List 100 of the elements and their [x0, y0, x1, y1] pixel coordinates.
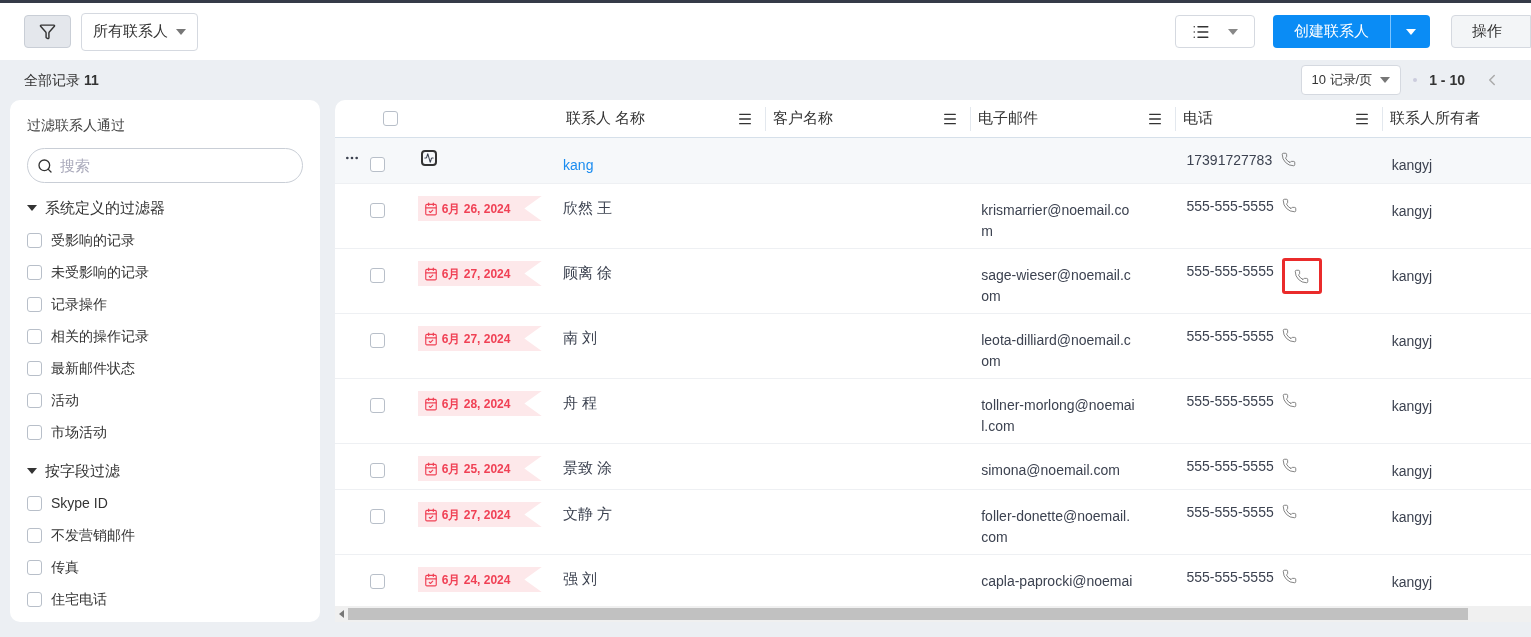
- calendar-check-icon: [423, 396, 438, 411]
- filter-checkbox[interactable]: [27, 527, 42, 543]
- filter-checkbox[interactable]: [27, 329, 42, 344]
- phone-icon[interactable]: [1281, 568, 1298, 584]
- table-cell-text: 555-555-5555: [1186, 503, 1274, 522]
- caret-icon: [176, 28, 186, 35]
- calendar-check-icon: [423, 507, 438, 522]
- phone-icon[interactable]: [1281, 457, 1298, 473]
- date-tag: 6月 27, 2024: [417, 261, 542, 286]
- table-row[interactable]: 6月 28, 2024 舟 程 tollner-morlong@noemail.com 555-555-5555 kangyj: [335, 379, 1531, 444]
- date-tag: 6月 24, 2024: [417, 567, 542, 592]
- table-cell: kangyj: [1391, 398, 1433, 414]
- table-cell: 景致 涂: [563, 459, 613, 476]
- page-range: 1 - 10: [1429, 70, 1465, 90]
- filter-checkbox[interactable]: [27, 559, 42, 575]
- table-row[interactable]: 6月 27, 2024 顾离 徐 sage-wieser@noemail.com 555-555-5555 kangyj: [335, 249, 1531, 314]
- filter-label: 未受影响的记录: [51, 263, 149, 282]
- filter-label: 不发营销邮件: [51, 525, 135, 545]
- row-checkbox[interactable]: [369, 268, 385, 283]
- caret-icon: [27, 467, 37, 474]
- table-cell: krismarrier@noemail.com: [981, 202, 1130, 239]
- search-field[interactable]: 搜索: [27, 148, 303, 183]
- calendar-check-icon: [423, 331, 438, 346]
- table-cell: kangyj: [1391, 203, 1433, 219]
- phone-icon[interactable]: [1281, 327, 1298, 343]
- filter-label: Skype ID: [51, 493, 108, 513]
- caret-icon: [1405, 28, 1416, 35]
- date-tag: 6月 28, 2024: [417, 391, 542, 416]
- table-row[interactable]: 6月 25, 2024 景致 涂 simona@noemail.com 555-555-5555 kangyj: [335, 444, 1531, 490]
- row-checkbox[interactable]: [369, 157, 385, 172]
- caret-icon: [1380, 77, 1391, 83]
- date-tag: 6月 27, 2024: [417, 326, 542, 351]
- column-header[interactable]: 客户名称: [773, 107, 834, 130]
- filter-label: 传真: [51, 557, 79, 577]
- table-cell: 欣然 王: [563, 199, 613, 216]
- row-checkbox[interactable]: [369, 509, 385, 524]
- table-cell: sage-wieser@noemail.com: [981, 267, 1131, 304]
- table-cell: kangyj: [1391, 509, 1433, 525]
- table-cell: kangyj: [1391, 333, 1433, 349]
- row-checkbox[interactable]: [369, 398, 385, 413]
- phone-icon[interactable]: [1280, 151, 1297, 167]
- column-header[interactable]: 联系人 名称: [566, 107, 646, 130]
- filter-checkbox[interactable]: [27, 393, 42, 408]
- horizontal-scrollbar[interactable]: [335, 606, 1531, 622]
- calendar-check-icon: [423, 461, 438, 476]
- list-view-button[interactable]: [1175, 15, 1255, 48]
- table-cell: kangyj: [1391, 574, 1433, 590]
- phone-icon[interactable]: [1281, 258, 1322, 294]
- caret-icon: [1228, 28, 1238, 35]
- filter-label: 住宅电话: [51, 589, 107, 609]
- phone-icon[interactable]: [1281, 503, 1298, 519]
- filter-checkbox[interactable]: [27, 233, 42, 248]
- table-cell: kangyj: [1391, 157, 1433, 173]
- actions-button[interactable]: 操作: [1451, 15, 1531, 48]
- table-cell: tollner-morlong@noemail.com: [981, 397, 1135, 434]
- table-cell-text: 555-555-5555: [1186, 392, 1274, 411]
- filter-checkbox[interactable]: [27, 297, 42, 312]
- filter-label: 记录操作: [51, 295, 107, 314]
- filter-label: 最新邮件状态: [51, 359, 135, 378]
- table-cell: foller-donette@noemail.com: [981, 508, 1131, 545]
- filter-checkbox[interactable]: [27, 425, 42, 440]
- column-header[interactable]: 联系人所有者: [1389, 107, 1480, 130]
- table-cell-text: 555-555-5555: [1186, 568, 1274, 587]
- table-cell-text: 555-555-5555: [1186, 327, 1274, 346]
- select-all-checkbox[interactable]: [382, 111, 398, 126]
- scroll-left-icon[interactable]: [339, 610, 344, 618]
- table-row[interactable]: kang 17391727783 kangyj: [335, 138, 1531, 184]
- table-cell: 顾离 徐: [563, 264, 613, 281]
- table-row[interactable]: 6月 26, 2024 欣然 王 krismarrier@noemail.com 555-555-5555 kangyj: [335, 184, 1531, 249]
- table-row[interactable]: 6月 27, 2024 文静 方 foller-donette@noemail.com 555-555-5555 kangyj: [335, 490, 1531, 555]
- column-header[interactable]: 电话: [1183, 107, 1214, 130]
- filter-button[interactable]: [24, 15, 71, 48]
- table-row[interactable]: 6月 27, 2024 南 刘 leota-dilliard@noemail.com 555-555-5555 kangyj: [335, 314, 1531, 379]
- filter-label: 受影响的记录: [51, 231, 135, 250]
- row-checkbox[interactable]: [369, 463, 385, 478]
- calendar-check-icon: [423, 572, 438, 587]
- date-tag: 6月 26, 2024: [417, 196, 542, 221]
- table-cell: simona@noemail.com: [981, 462, 1120, 478]
- row-checkbox[interactable]: [369, 203, 385, 218]
- page-size-select[interactable]: 10 记录/页: [1300, 65, 1402, 95]
- filter-checkbox[interactable]: [27, 265, 42, 280]
- table-cell: kangyj: [1391, 268, 1433, 284]
- row-checkbox[interactable]: [369, 574, 385, 589]
- row-checkbox[interactable]: [369, 333, 385, 348]
- table-cell: leota-dilliard@noemail.com: [981, 332, 1131, 369]
- search-icon: [37, 158, 53, 174]
- filter-checkbox[interactable]: [27, 495, 42, 511]
- table-cell-text: 17391727783: [1186, 151, 1273, 170]
- filter-group-header[interactable]: 系统定义的过滤器: [27, 197, 303, 220]
- calendar-check-icon: [423, 201, 438, 216]
- activity-icon: [420, 150, 437, 166]
- phone-icon[interactable]: [1281, 392, 1298, 408]
- table-cell: kangyj: [1391, 463, 1433, 479]
- view-select[interactable]: 所有联系人: [81, 12, 198, 51]
- filter-label: 相关的操作记录: [51, 327, 149, 346]
- filter-checkbox[interactable]: [27, 361, 42, 376]
- phone-icon[interactable]: [1281, 197, 1298, 213]
- filter-group-header[interactable]: 按字段过滤: [27, 459, 303, 482]
- filter-checkbox[interactable]: [27, 591, 42, 607]
- column-header[interactable]: 电子邮件: [978, 107, 1039, 130]
